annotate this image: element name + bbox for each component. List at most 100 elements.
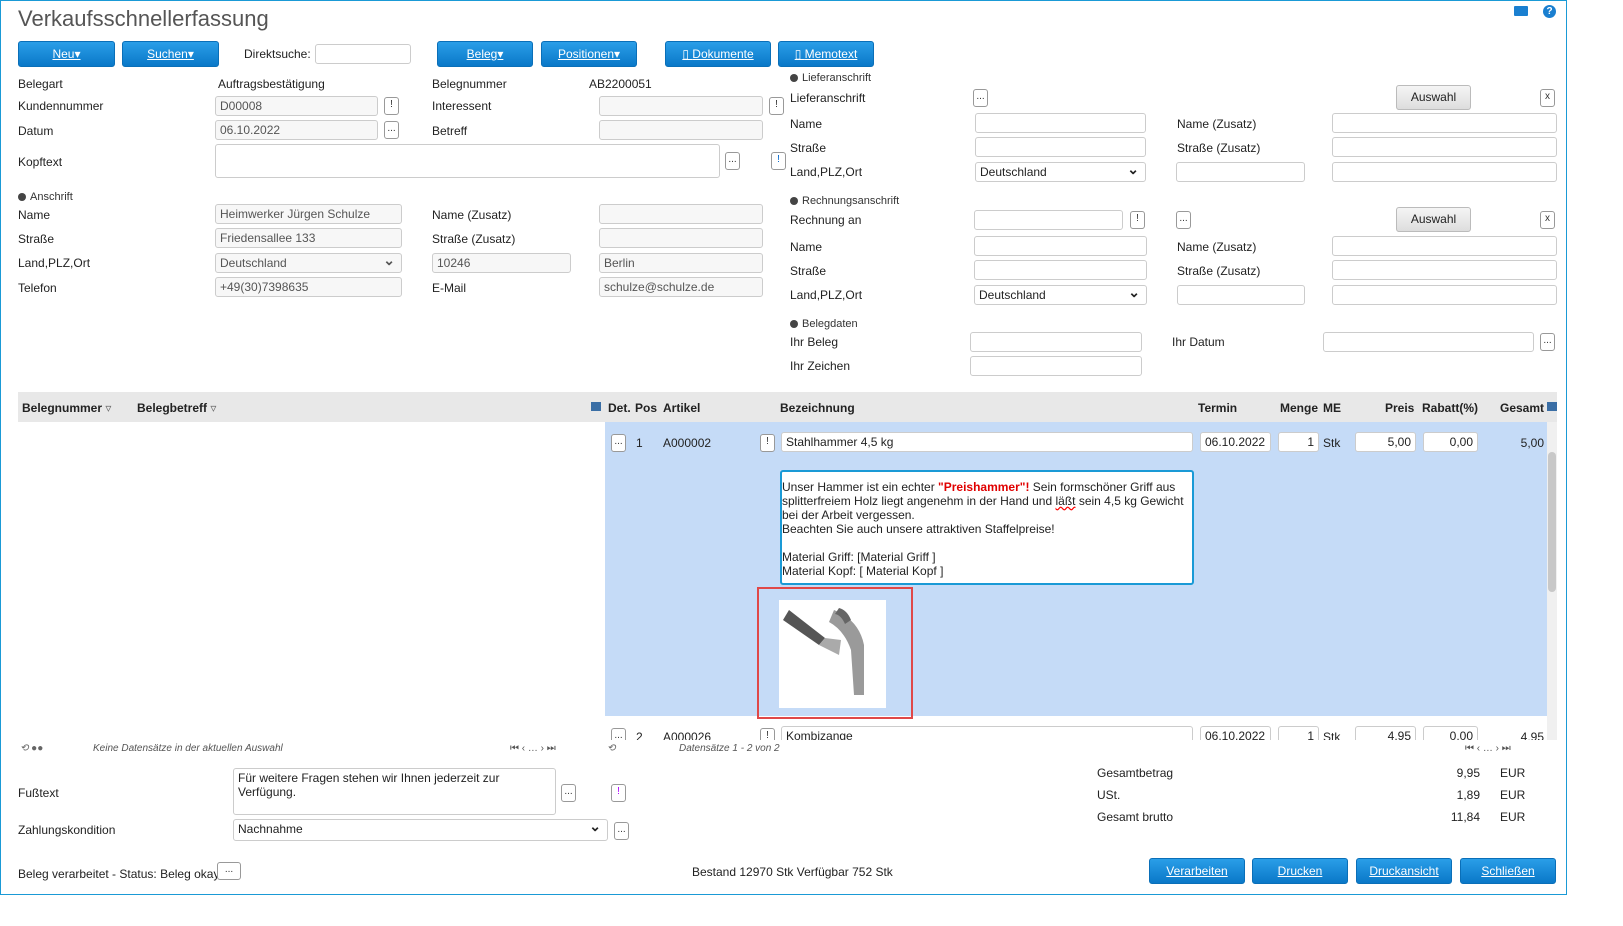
rechnungsanschrift-section-header[interactable]: Rechnungsanschrift: [790, 195, 899, 207]
dokumente-button[interactable]: ▯ Dokumente: [665, 41, 771, 67]
liefer-name-input[interactable]: [975, 113, 1146, 133]
row-termin-input[interactable]: 06.10.2022: [1200, 432, 1271, 452]
column-gesamt[interactable]: Gesamt: [1500, 401, 1544, 415]
lieferanschrift-section-header[interactable]: Lieferanschrift: [790, 72, 871, 84]
name-zusatz-input[interactable]: [599, 204, 763, 224]
column-bezeichnung[interactable]: Bezeichnung: [780, 401, 855, 415]
liefer-ort-input[interactable]: [1332, 162, 1557, 182]
column-termin[interactable]: Termin: [1198, 401, 1237, 415]
interessent-info-button[interactable]: !: [769, 97, 784, 115]
rechnung-land-select[interactable]: Deutschland: [974, 285, 1147, 305]
strasse-zusatz-input[interactable]: [599, 228, 763, 248]
column-belegnummer[interactable]: Belegnummer ▿: [22, 401, 111, 415]
rechnung-plz-input[interactable]: [1177, 285, 1305, 305]
ihr-datum-picker-button[interactable]: ...: [1540, 333, 1555, 351]
datum-picker-button[interactable]: ...: [384, 121, 399, 139]
strasse-input[interactable]: Friedensallee 133: [215, 228, 402, 248]
ihr-zeichen-input[interactable]: [970, 356, 1142, 376]
neu-button[interactable]: Neu▾: [18, 41, 115, 67]
row-bezeichnung-input[interactable]: Kombizange: [781, 726, 1193, 740]
liefer-plz-input[interactable]: [1176, 162, 1305, 182]
belegdaten-section-header[interactable]: Belegdaten: [790, 318, 858, 330]
column-chooser-icon[interactable]: [1547, 402, 1557, 411]
column-menge[interactable]: Menge: [1280, 401, 1318, 415]
lieferanschrift-more-button[interactable]: ...: [973, 89, 988, 107]
liefer-name-zusatz-input[interactable]: [1332, 113, 1557, 133]
suchen-button[interactable]: Suchen▾: [122, 41, 219, 67]
rechnung-strasse-zusatz-input[interactable]: [1332, 260, 1557, 280]
column-preis[interactable]: Preis: [1385, 401, 1414, 415]
refresh-icon[interactable]: ⟲ ●●: [20, 743, 43, 754]
liefer-auswahl-button[interactable]: Auswahl: [1396, 85, 1471, 110]
ihr-datum-input[interactable]: [1323, 332, 1534, 352]
kopftext-more-button[interactable]: ...: [725, 152, 740, 170]
scrollbar-thumb[interactable]: [1548, 452, 1556, 592]
rechnung-ort-input[interactable]: [1332, 285, 1557, 305]
help-icon[interactable]: ?: [1543, 5, 1556, 18]
rechnung-auswahl-button[interactable]: Auswahl: [1396, 207, 1471, 232]
direktsuche-input[interactable]: [315, 44, 411, 64]
table-row[interactable]: ... 2 A000026 ! Kombizange 06.10.2022 1 …: [605, 716, 1547, 740]
liefer-clear-button[interactable]: x: [1540, 89, 1555, 107]
rechnung-an-input[interactable]: [974, 210, 1123, 230]
zahlungskondition-select[interactable]: Nachnahme: [233, 819, 608, 841]
refresh-icon[interactable]: ⟲: [607, 743, 615, 754]
row-detail-button[interactable]: ...: [611, 434, 626, 452]
rechnung-name-input[interactable]: [974, 236, 1147, 256]
rechnung-info-button[interactable]: !: [1130, 211, 1145, 229]
memo-text-editor[interactable]: Unser Hammer ist ein echter "Preishammer…: [780, 470, 1194, 585]
schliessen-button[interactable]: Schließen: [1460, 858, 1556, 884]
kundennummer-input[interactable]: D00008: [215, 96, 378, 116]
status-more-button[interactable]: ...: [217, 862, 241, 880]
rechnung-name-zusatz-input[interactable]: [1332, 236, 1557, 256]
drucken-button[interactable]: Drucken: [1252, 858, 1348, 884]
kopftext-info-button[interactable]: !: [771, 152, 786, 170]
row-preis-input[interactable]: 4,95: [1355, 726, 1416, 740]
betreff-input[interactable]: [599, 120, 763, 140]
kunde-info-button[interactable]: !: [384, 97, 399, 115]
column-me[interactable]: ME: [1323, 401, 1341, 415]
column-det[interactable]: Det.: [608, 401, 631, 415]
positionen-button[interactable]: Positionen▾: [541, 41, 637, 67]
row-preis-input[interactable]: 5,00: [1355, 432, 1416, 452]
row-menge-input[interactable]: 1: [1278, 432, 1319, 452]
filter-icon[interactable]: ▿: [105, 401, 111, 415]
telefon-input[interactable]: +49(30)7398635: [215, 277, 402, 297]
anschrift-section-header[interactable]: Anschrift: [18, 191, 73, 203]
positions-pager-controls[interactable]: ⏮ ‹ … › ⏭: [1465, 743, 1511, 754]
beleg-button[interactable]: Beleg▾: [437, 41, 533, 67]
liefer-strasse-zusatz-input[interactable]: [1332, 137, 1557, 157]
datum-input[interactable]: 06.10.2022: [215, 120, 378, 140]
liefer-strasse-input[interactable]: [975, 137, 1146, 157]
column-rabatt[interactable]: Rabatt(%): [1422, 401, 1478, 415]
interessent-input[interactable]: [599, 96, 763, 116]
row-menge-input[interactable]: 1: [1278, 726, 1319, 740]
name-input[interactable]: Heimwerker Jürgen Schulze: [215, 204, 402, 224]
column-chooser-icon[interactable]: [591, 402, 601, 411]
mail-icon[interactable]: [1514, 6, 1528, 16]
rechnung-strasse-input[interactable]: [974, 260, 1147, 280]
ort-input[interactable]: Berlin: [599, 253, 763, 273]
land-select[interactable]: Deutschland: [215, 253, 402, 273]
row-bezeichnung-input[interactable]: Stahlhammer 4,5 kg: [781, 432, 1193, 452]
row-info-button[interactable]: !: [760, 434, 775, 452]
fusstext-textarea[interactable]: Für weitere Fragen stehen wir Ihnen jede…: [233, 768, 556, 815]
kopftext-textarea[interactable]: [215, 144, 720, 178]
druckansicht-button[interactable]: Druckansicht: [1356, 858, 1452, 884]
column-artikel[interactable]: Artikel: [663, 401, 700, 415]
ihr-beleg-input[interactable]: [970, 332, 1142, 352]
row-info-button[interactable]: !: [760, 728, 775, 740]
row-termin-input[interactable]: 06.10.2022: [1200, 726, 1271, 740]
beleg-pager-controls[interactable]: ⏮ ‹ … › ⏭: [510, 743, 556, 754]
row-rabatt-input[interactable]: 0,00: [1423, 432, 1478, 452]
fusstext-more-button[interactable]: ...: [561, 784, 576, 802]
row-detail-button[interactable]: ...: [611, 728, 626, 740]
rechnung-more-button[interactable]: ...: [1176, 211, 1191, 229]
verarbeiten-button[interactable]: Verarbeiten: [1149, 858, 1245, 884]
column-pos[interactable]: Pos: [635, 401, 657, 415]
filter-icon[interactable]: ▿: [210, 401, 216, 415]
positions-scrollbar[interactable]: [1547, 422, 1557, 740]
fusstext-info-button[interactable]: !: [611, 784, 626, 802]
zahlung-more-button[interactable]: ...: [614, 822, 629, 840]
rechnung-clear-button[interactable]: x: [1540, 211, 1555, 229]
